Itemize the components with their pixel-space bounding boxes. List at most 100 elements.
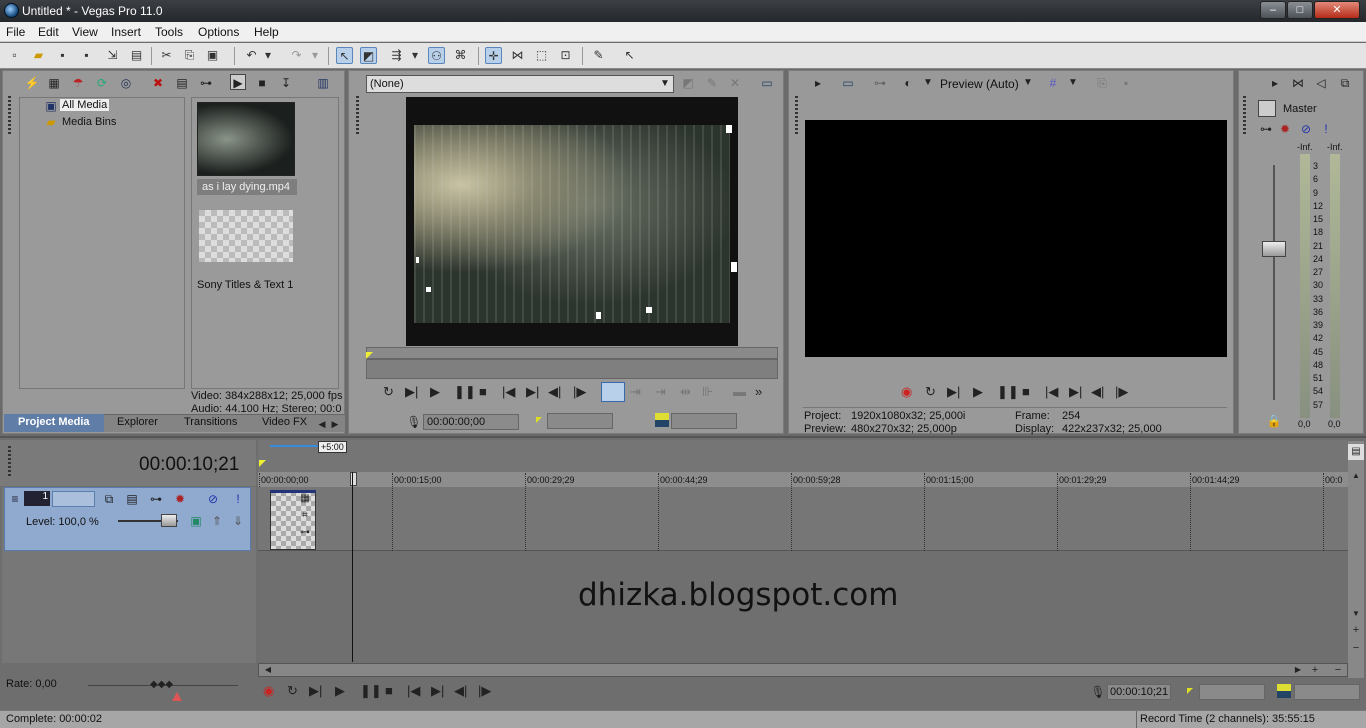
mixer-properties-icon[interactable]: ▸ <box>1267 75 1283 91</box>
thumbnail-video[interactable] <box>197 102 295 176</box>
menu-options[interactable]: Options <box>198 25 239 39</box>
dim-icon[interactable]: ◁ <box>1313 75 1329 91</box>
auto-crossfade-icon[interactable]: ⋈ <box>509 47 526 64</box>
minimize-button[interactable]: – <box>1260 1 1286 19</box>
preview-pause-icon[interactable]: ❚❚ <box>997 384 1019 400</box>
timeline-record-icon[interactable]: ◉ <box>263 683 274 699</box>
lock-envelopes-icon[interactable]: ⚇ <box>428 47 445 64</box>
menu-insert[interactable]: Insert <box>111 25 141 39</box>
open-folder-icon[interactable]: ▰ <box>30 47 47 64</box>
envelope-tool-icon[interactable]: ◩ <box>360 47 377 64</box>
preview-properties-icon[interactable]: ▸ <box>810 75 826 91</box>
views-icon[interactable]: ▥ <box>315 75 331 91</box>
level-slider[interactable] <box>161 514 177 527</box>
overlays-dropdown-icon[interactable]: ▼ <box>1068 75 1078 91</box>
preview-quality[interactable]: Preview (Auto) <box>940 77 1019 91</box>
prev-frame-icon[interactable]: ◀| <box>548 384 561 400</box>
horizontal-scrollbar[interactable] <box>258 663 1348 677</box>
event-media-icon[interactable]: ▦ <box>297 491 313 507</box>
trimmer-icon-b[interactable]: ✎ <box>704 75 720 91</box>
ignore-grouping-icon[interactable]: ⌘ <box>452 47 469 64</box>
master-fx-icon[interactable]: ⊶ <box>1258 121 1274 137</box>
zoom-tool-icon[interactable]: ⊡ <box>557 47 574 64</box>
refresh-icon[interactable]: ⟳ <box>94 75 110 91</box>
vertical-zoom-out-icon[interactable]: − <box>1348 640 1364 656</box>
scroll-up-icon[interactable]: ▲ <box>1348 468 1364 484</box>
trimmer-icon-a[interactable]: ◩ <box>680 75 696 91</box>
next-frame-icon[interactable]: |▶ <box>573 384 586 400</box>
rate-slider[interactable]: ◆◆◆ <box>150 679 173 691</box>
search-media-icon[interactable]: ◎ <box>118 75 134 91</box>
split-screen-icon[interactable]: ◐ <box>900 75 916 91</box>
tab-explorer[interactable]: Explorer <box>117 416 158 428</box>
parent-track-icon[interactable]: ⇑ <box>209 513 225 529</box>
save-snapshot-icon[interactable]: ▪ <box>1118 75 1134 91</box>
master-fader[interactable] <box>1262 241 1286 257</box>
redo-dropdown-icon[interactable]: ▾ <box>310 47 320 64</box>
track-compositing-icon[interactable]: ▤ <box>124 491 140 507</box>
preview-stop-icon[interactable]: ■ <box>1022 384 1030 399</box>
new-icon[interactable]: ▫ <box>6 47 23 64</box>
copy-snapshot-icon[interactable]: ⎘ <box>1094 75 1110 91</box>
in-point-field[interactable] <box>547 413 613 429</box>
help-pointer-icon[interactable]: ↖ <box>621 47 638 64</box>
vertical-zoom-in-icon[interactable]: + <box>1348 622 1364 638</box>
scroll-right-icon[interactable]: ▶ <box>1290 662 1306 678</box>
selection-tool-icon[interactable]: ⬚ <box>533 47 550 64</box>
preview-play-icon[interactable]: ▶ <box>973 384 983 400</box>
menu-help[interactable]: Help <box>254 25 279 39</box>
trimmer-mode-button[interactable] <box>601 382 625 402</box>
track-solo-icon[interactable]: ! <box>230 491 246 507</box>
mute-icon[interactable]: ⊘ <box>1298 121 1314 137</box>
tab-scroll-right-icon[interactable]: ▶ <box>327 416 343 432</box>
tab-project-media[interactable]: Project Media <box>18 416 90 428</box>
more-icon[interactable]: » <box>755 384 762 399</box>
timeline-stop-icon[interactable]: ■ <box>385 683 393 698</box>
overlays-icon[interactable]: # <box>1045 75 1061 91</box>
split-dropdown-icon[interactable]: ▼ <box>923 75 933 91</box>
track-fx-icon[interactable]: ⊶ <box>148 491 164 507</box>
preview-go-start-icon[interactable]: |◀ <box>1045 384 1058 400</box>
tab-video-fx[interactable]: Video FX <box>262 416 307 428</box>
media-properties-icon[interactable]: ▤ <box>174 75 190 91</box>
play-from-start-icon[interactable]: ▶| <box>405 384 418 400</box>
timeline-loop-icon[interactable]: ↻ <box>287 683 298 699</box>
length-field[interactable] <box>671 413 737 429</box>
track-collapse-icon[interactable]: ≡ <box>7 491 23 507</box>
timeline-go-start-icon[interactable]: |◀ <box>407 683 420 699</box>
track-name-field[interactable] <box>52 491 95 507</box>
undo-icon[interactable]: ↶ <box>243 47 260 64</box>
trimmer-dropdown[interactable] <box>366 75 674 93</box>
play-icon[interactable]: ▶ <box>430 384 440 400</box>
trim-icon[interactable]: ⊪ <box>702 384 713 400</box>
auto-preview-icon[interactable]: ↧ <box>278 75 294 91</box>
downmix-icon[interactable]: ⋈ <box>1290 75 1306 91</box>
overwrite-icon[interactable]: ▬ <box>733 384 746 399</box>
menu-tools[interactable]: Tools <box>155 25 183 39</box>
menu-view[interactable]: View <box>72 25 98 39</box>
media-fx-icon[interactable]: ⊶ <box>198 75 214 91</box>
preview-monitor-icon[interactable]: ▭ <box>840 75 856 91</box>
timeline-play-from-start-icon[interactable]: ▶| <box>309 683 322 699</box>
insert-icon[interactable]: ⇥ <box>655 384 666 400</box>
selection-length-field[interactable] <box>1294 684 1360 700</box>
event-fx-icon[interactable]: ⊶ <box>297 525 313 541</box>
chevron-down-icon[interactable]: ▼ <box>657 76 673 92</box>
child-track-icon[interactable]: ⇓ <box>230 513 246 529</box>
record-icon[interactable]: ◉ <box>901 384 912 400</box>
selection-start-field[interactable] <box>1199 684 1265 700</box>
event-crop-icon[interactable]: ⌗ <box>297 508 313 524</box>
properties-icon[interactable]: ▤ <box>128 47 145 64</box>
stop-media-icon[interactable]: ■ <box>254 75 270 91</box>
cut-icon[interactable]: ✂ <box>158 47 175 64</box>
preview-fx-icon[interactable]: ⊶ <box>872 75 888 91</box>
capture-video-icon[interactable]: ▦ <box>46 75 62 91</box>
tree-item-media-bins[interactable]: Media Bins <box>62 116 116 128</box>
stop-icon[interactable]: ■ <box>479 384 487 399</box>
menu-file[interactable]: File <box>6 25 25 39</box>
zoom-out-icon[interactable]: − <box>1330 662 1346 678</box>
scroll-left-icon[interactable]: ◀ <box>260 662 276 678</box>
preview-loop-icon[interactable]: ↻ <box>925 384 936 400</box>
timeline-pause-icon[interactable]: ❚❚ <box>360 683 382 699</box>
preview-play-from-start-icon[interactable]: ▶| <box>947 384 960 400</box>
